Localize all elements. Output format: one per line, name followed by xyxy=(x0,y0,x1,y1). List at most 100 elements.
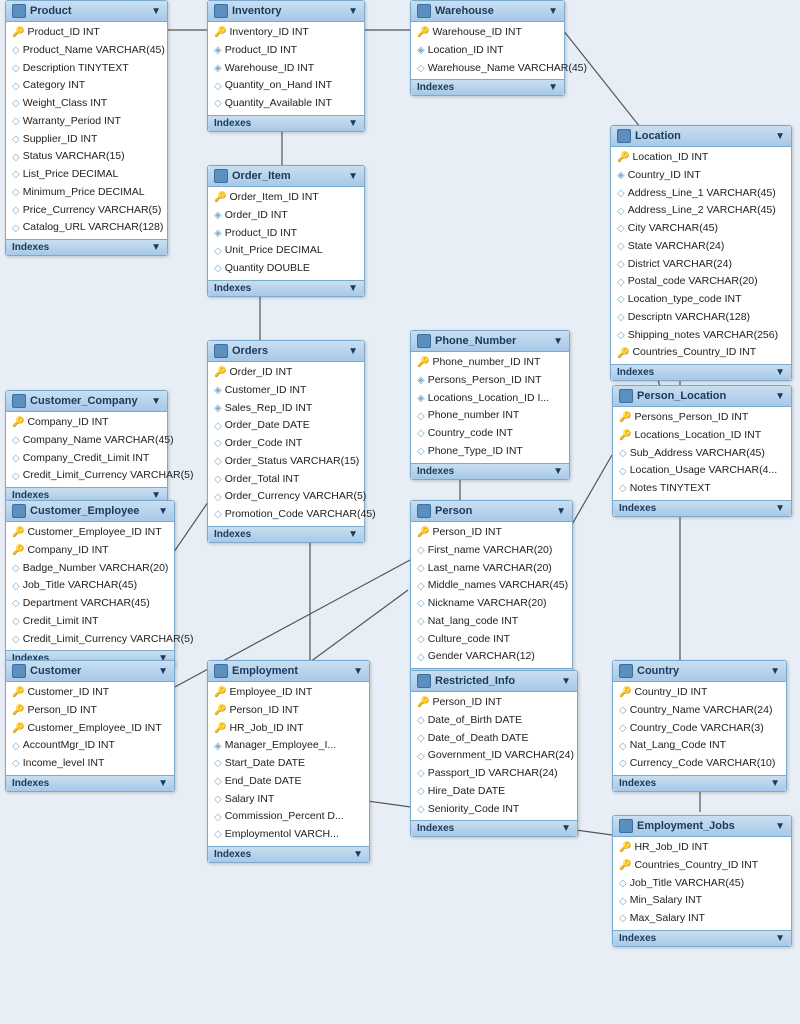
table-icon xyxy=(617,129,631,143)
field-row: ◇First_name VARCHAR(20) xyxy=(411,542,572,560)
field-row: ◇End_Date DATE xyxy=(208,773,369,791)
table-restricted-info-title: Restricted_Info xyxy=(435,675,515,687)
table-person-header: Person ▼ xyxy=(411,501,572,522)
rel-icon: ◇ xyxy=(12,185,20,200)
table-orders-footer: Indexes ▼ xyxy=(208,526,364,542)
field-row: ◇Employmentol VARCH... xyxy=(208,826,369,844)
table-icon xyxy=(417,674,431,688)
table-location: Location ▼ 🔑Location_ID INT ◈Country_ID … xyxy=(610,125,792,381)
field-row: ◇Income_level INT xyxy=(6,755,174,773)
field-row: ◇Credit_Limit_Currency VARCHAR(5) xyxy=(6,631,174,649)
field-row: ◇Notes TINYTEXT xyxy=(613,480,791,498)
table-icon xyxy=(12,4,26,18)
table-customer-header: Customer ▼ xyxy=(6,661,174,682)
field-row: ◇Job_Title VARCHAR(45) xyxy=(6,577,174,595)
field-row: ◇Hire_Date DATE xyxy=(411,783,577,801)
field-row: 🔑HR_Job_ID INT xyxy=(208,720,369,738)
table-restricted-info-header: Restricted_Info ▼ xyxy=(411,671,577,692)
table-person-body: 🔑Person_ID INT ◇First_name VARCHAR(20) ◇… xyxy=(411,522,572,668)
field-row: ◈Locations_Location_ID I... xyxy=(411,390,569,408)
field-row: 🔑Countries_Country_ID INT xyxy=(611,344,791,362)
table-icon xyxy=(417,334,431,348)
table-icon xyxy=(12,664,26,678)
table-country-title: Country xyxy=(637,665,679,677)
table-country-body: 🔑Country_ID INT ◇Country_Name VARCHAR(24… xyxy=(613,682,786,775)
table-icon xyxy=(214,664,228,678)
field-row: ◇Order_Total INT xyxy=(208,471,364,489)
table-employment-body: 🔑Employee_ID INT 🔑Person_ID INT 🔑HR_Job_… xyxy=(208,682,369,846)
field-row: 🔑Person_ID INT xyxy=(6,702,174,720)
field-row: ◈Warehouse_ID INT xyxy=(208,60,364,78)
table-orders-body: 🔑Order_ID INT ◈Customer_ID INT ◈Sales_Re… xyxy=(208,362,364,526)
table-product: Product ▼ 🔑Product_ID INT ◇Product_Name … xyxy=(5,0,168,256)
field-row: ◇Price_Currency VARCHAR(5) xyxy=(6,202,167,220)
table-icon xyxy=(619,819,633,833)
table-phone-number-header: Phone_Number ▼ xyxy=(411,331,569,352)
field-row: ◇Currency_Code VARCHAR(10) xyxy=(613,755,786,773)
field-row: ◇Catalog_URL VARCHAR(128) xyxy=(6,219,167,237)
table-customer-employee-title: Customer_Employee xyxy=(30,505,139,517)
table-location-body: 🔑Location_ID INT ◈Country_ID INT ◇Addres… xyxy=(611,147,791,364)
table-icon xyxy=(12,394,26,408)
field-row: ◇Company_Credit_Limit INT xyxy=(6,450,167,468)
rel-icon: ◇ xyxy=(12,221,20,236)
field-row: ◇District VARCHAR(24) xyxy=(611,256,791,274)
field-row: 🔑Country_ID INT xyxy=(613,684,786,702)
table-phone-number-body: 🔑Phone_number_ID INT ◈Persons_Person_ID … xyxy=(411,352,569,463)
table-warehouse-body: 🔑Warehouse_ID INT ◈Location_ID INT ◇Ware… xyxy=(411,22,564,79)
table-order-item: Order_Item ▼ 🔑Order_Item_ID INT ◈Order_I… xyxy=(207,165,365,297)
field-row: 🔑Company_ID INT xyxy=(6,542,174,560)
field-row: ◇Order_Code INT xyxy=(208,435,364,453)
field-row: ◈Manager_Employee_I... xyxy=(208,737,369,755)
field-row: ◇Company_Name VARCHAR(45) xyxy=(6,432,167,450)
table-customer-body: 🔑Customer_ID INT 🔑Person_ID INT 🔑Custome… xyxy=(6,682,174,775)
field-row: 🔑Person_ID INT xyxy=(411,524,572,542)
field-row: 🔑Persons_Person_ID INT xyxy=(613,409,791,427)
field-row: ◇Country_Name VARCHAR(24) xyxy=(613,702,786,720)
table-customer-footer: Indexes ▼ xyxy=(6,775,174,791)
field-row: ◇Phone_number INT xyxy=(411,407,569,425)
table-product-arrow[interactable]: ▼ xyxy=(151,6,161,17)
table-orders-title: Orders xyxy=(232,345,268,357)
table-person-location-title: Person_Location xyxy=(637,390,726,402)
table-phone-number: Phone_Number ▼ 🔑Phone_number_ID INT ◈Per… xyxy=(410,330,570,480)
field-row: ◈Customer_ID INT xyxy=(208,382,364,400)
field-row: ◇Job_Title VARCHAR(45) xyxy=(613,875,791,893)
field-row: ◈Location_ID INT xyxy=(411,42,564,60)
table-employment-header: Employment ▼ xyxy=(208,661,369,682)
field-row: ◇Promotion_Code VARCHAR(45) xyxy=(208,506,364,524)
field-row: ◇Date_of_Birth DATE xyxy=(411,712,577,730)
table-restricted-info-footer: Indexes ▼ xyxy=(411,820,577,836)
table-customer: Customer ▼ 🔑Customer_ID INT 🔑Person_ID I… xyxy=(5,660,175,792)
rel-icon: ◇ xyxy=(12,43,20,58)
table-country: Country ▼ 🔑Country_ID INT ◇Country_Name … xyxy=(612,660,787,792)
field-row: 🔑Person_ID INT xyxy=(208,702,369,720)
field-row: ◇Category INT xyxy=(6,77,167,95)
field-row: ◇Middle_names VARCHAR(45) xyxy=(411,577,572,595)
field-row: 🔑Customer_ID INT xyxy=(6,684,174,702)
table-orders-header: Orders ▼ xyxy=(208,341,364,362)
field-row: ◇Order_Date DATE xyxy=(208,417,364,435)
field-row: ◇Order_Currency VARCHAR(5) xyxy=(208,488,364,506)
field-row: ◇Min_Salary INT xyxy=(613,892,791,910)
field-row: ◇Max_Salary INT xyxy=(613,910,791,928)
table-employment-footer: Indexes ▼ xyxy=(208,846,369,862)
field-row: 🔑Company_ID INT xyxy=(6,414,167,432)
table-customer-company-body: 🔑Company_ID INT ◇Company_Name VARCHAR(45… xyxy=(6,412,167,487)
field-row: ◇Department VARCHAR(45) xyxy=(6,595,174,613)
field-row: ◇Product_Name VARCHAR(45) xyxy=(6,42,167,60)
table-person-location-body: 🔑Persons_Person_ID INT 🔑Locations_Locati… xyxy=(613,407,791,500)
table-employment-jobs-title: Employment_Jobs xyxy=(637,820,735,832)
field-row: 🔑Customer_Employee_ID INT xyxy=(6,524,174,542)
field-row: ◈Order_ID INT xyxy=(208,207,364,225)
field-row: ◇Country_code INT xyxy=(411,425,569,443)
field-row: ◇Quantity DOUBLE xyxy=(208,260,364,278)
field-row: 🔑Customer_Employee_ID INT xyxy=(6,720,174,738)
table-inventory-title: Inventory xyxy=(232,5,282,17)
field-row: 🔑Location_ID INT xyxy=(611,149,791,167)
field-row: 🔑Phone_number_ID INT xyxy=(411,354,569,372)
field-row: ◇Date_of_Death DATE xyxy=(411,730,577,748)
table-person-location-header: Person_Location ▼ xyxy=(613,386,791,407)
table-customer-employee: Customer_Employee ▼ 🔑Customer_Employee_I… xyxy=(5,500,175,667)
table-customer-company-header: Customer_Company ▼ xyxy=(6,391,167,412)
